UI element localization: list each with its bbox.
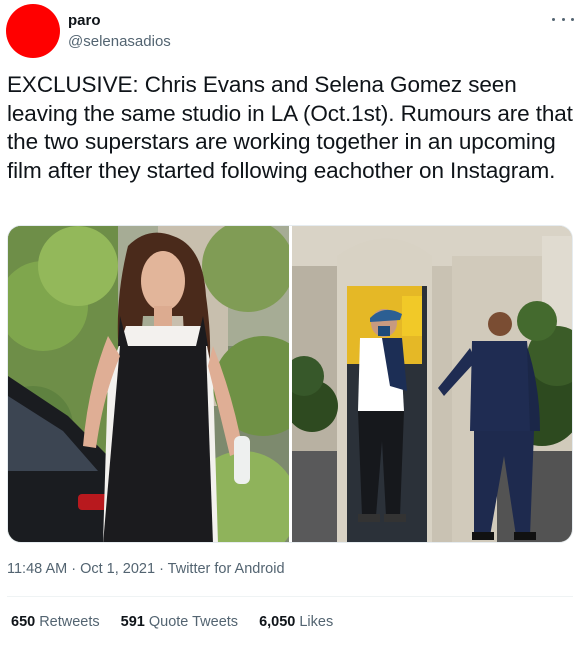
tweet-text: EXCLUSIVE: Chris Evans and Selena Gomez … [7, 72, 573, 183]
author-handle[interactable]: @selenasadios [68, 33, 171, 50]
more-dot [561, 17, 565, 21]
more-horizontal-icon[interactable] [552, 12, 574, 26]
retweets-count: 650 [11, 614, 36, 630]
avatar[interactable] [6, 4, 60, 58]
likes-stat[interactable]: 6,050 Likes [259, 614, 333, 630]
tweet-header: paro @selenasadios [0, 0, 588, 62]
quote-tweets-label: Quote Tweets [148, 614, 239, 630]
divider [7, 596, 573, 597]
media-photo-right[interactable] [292, 226, 572, 542]
tweet-media [7, 225, 573, 543]
media-photo-left[interactable] [8, 226, 289, 542]
tweet-timestamp[interactable]: 11:48 AM · Oct 1, 2021 · Twitter for And… [7, 561, 285, 577]
engagement-stats: 650 Retweets 591 Quote Tweets 6,050 Likes [11, 614, 333, 630]
more-dot [552, 17, 555, 21]
likes-count: 6,050 [259, 614, 296, 630]
retweets-stat[interactable]: 650 Retweets [11, 614, 100, 630]
quote-tweets-stat[interactable]: 591 Quote Tweets [121, 614, 238, 630]
photo-left-illustration [8, 226, 289, 542]
likes-label: Likes [299, 614, 334, 630]
photo-right-illustration [292, 226, 572, 542]
retweets-label: Retweets [39, 614, 100, 630]
more-dot [571, 17, 574, 21]
author-display-name[interactable]: paro [68, 12, 101, 29]
quote-tweets-count: 591 [120, 614, 145, 630]
